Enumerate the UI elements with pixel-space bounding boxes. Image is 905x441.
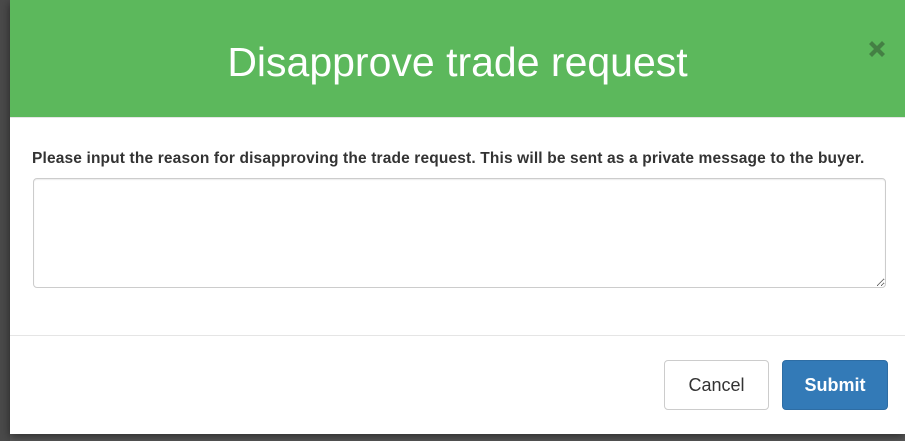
modal-body: Please input the reason for disapproving…	[10, 118, 905, 336]
cancel-button[interactable]: Cancel	[664, 360, 769, 410]
modal-title: Disapprove trade request	[227, 39, 688, 85]
reason-label: Please input the reason for disapproving…	[32, 150, 865, 167]
submit-button[interactable]: Submit	[782, 360, 888, 410]
modal-header: Disapprove trade request	[10, 0, 905, 118]
close-icon	[869, 41, 885, 57]
page-backdrop	[0, 0, 10, 441]
disapprove-trade-modal: Disapprove trade request Please input th…	[10, 0, 905, 434]
reason-textarea[interactable]	[33, 178, 886, 288]
modal-footer: Cancel Submit	[10, 336, 905, 434]
close-button[interactable]	[863, 35, 891, 63]
